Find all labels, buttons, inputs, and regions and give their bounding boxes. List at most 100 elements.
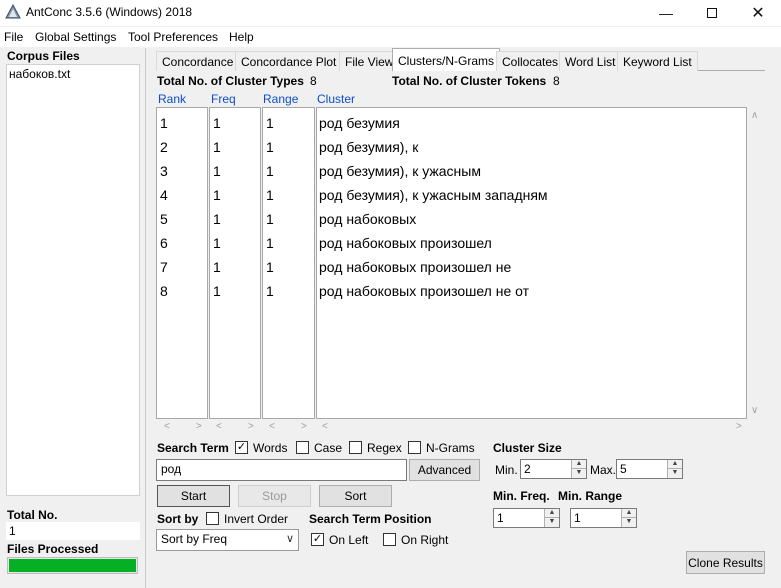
stepper-down-icon[interactable]: ▼ bbox=[668, 469, 682, 478]
scroll-right-icon[interactable]: > bbox=[196, 421, 202, 432]
range-cell[interactable]: 1 bbox=[266, 283, 274, 299]
header-freq[interactable]: Freq bbox=[211, 92, 236, 106]
tab-keyword-list[interactable]: Keyword List bbox=[617, 51, 698, 71]
freq-cell[interactable]: 1 bbox=[213, 259, 221, 275]
rank-cell[interactable]: 3 bbox=[160, 163, 168, 179]
header-cluster[interactable]: Cluster bbox=[317, 92, 355, 106]
corpus-file-list[interactable] bbox=[6, 64, 140, 496]
range-cell[interactable]: 1 bbox=[266, 163, 274, 179]
min-range-stepper[interactable]: 1 ▲ ▼ bbox=[570, 508, 637, 528]
header-rank[interactable]: Rank bbox=[158, 92, 186, 106]
rank-cell[interactable]: 8 bbox=[160, 283, 168, 299]
stepper-down-icon[interactable]: ▼ bbox=[572, 469, 586, 478]
tab-file-view[interactable]: File View bbox=[339, 51, 400, 71]
minimize-icon: — bbox=[659, 5, 673, 21]
tab-concordance-plot[interactable]: Concordance Plot bbox=[235, 51, 343, 71]
scroll-left-icon[interactable]: < bbox=[322, 421, 328, 432]
maximize-button[interactable] bbox=[689, 0, 735, 26]
tab-word-list[interactable]: Word List bbox=[559, 51, 622, 71]
app-icon bbox=[5, 4, 21, 19]
minimize-button[interactable]: — bbox=[643, 0, 689, 26]
cluster-cell[interactable]: род набоковых произошел не от bbox=[319, 283, 529, 299]
on-left-checkbox[interactable]: ✓ bbox=[311, 533, 324, 546]
min-freq-stepper[interactable]: 1 ▲ ▼ bbox=[493, 508, 560, 528]
stepper-up-icon[interactable]: ▲ bbox=[572, 460, 586, 469]
rank-cell[interactable]: 4 bbox=[160, 187, 168, 203]
invert-order-checkbox[interactable] bbox=[206, 512, 219, 525]
window-title: AntConc 3.5.6 (Windows) 2018 bbox=[26, 5, 193, 19]
cluster-cell[interactable]: род набоковых bbox=[319, 211, 416, 227]
menu-file[interactable]: File bbox=[4, 30, 23, 44]
stepper-up-icon[interactable]: ▲ bbox=[545, 509, 559, 518]
scroll-right-icon[interactable]: > bbox=[248, 421, 254, 432]
menu-tool-preferences[interactable]: Tool Preferences bbox=[128, 30, 218, 44]
total-no-label: Total No. bbox=[7, 508, 58, 522]
sort-button[interactable]: Sort bbox=[319, 485, 392, 507]
words-checkbox[interactable]: ✓ bbox=[235, 441, 248, 454]
freq-cell[interactable]: 1 bbox=[213, 163, 221, 179]
scroll-left-icon[interactable]: < bbox=[216, 421, 222, 432]
range-cell[interactable]: 1 bbox=[266, 235, 274, 251]
scroll-down-icon[interactable]: ∨ bbox=[751, 405, 758, 416]
cluster-types-value: 8 bbox=[310, 74, 317, 88]
cluster-cell[interactable]: род безумия bbox=[319, 115, 400, 131]
tab-clusters-ngrams[interactable]: Clusters/N-Grams bbox=[392, 48, 501, 71]
rank-cell[interactable]: 5 bbox=[160, 211, 168, 227]
cluster-cell[interactable]: род набоковых произошел bbox=[319, 235, 492, 251]
stop-button[interactable]: Stop bbox=[238, 485, 311, 507]
rank-cell[interactable]: 1 bbox=[160, 115, 168, 131]
regex-checkbox[interactable] bbox=[349, 441, 362, 454]
freq-cell[interactable]: 1 bbox=[213, 139, 221, 155]
ngrams-checkbox[interactable] bbox=[408, 441, 421, 454]
scroll-right-icon[interactable]: > bbox=[301, 421, 307, 432]
scroll-right-icon[interactable]: > bbox=[736, 421, 742, 432]
clone-results-button[interactable]: Clone Results bbox=[686, 551, 765, 574]
freq-cell[interactable]: 1 bbox=[213, 235, 221, 251]
rank-cell[interactable]: 2 bbox=[160, 139, 168, 155]
search-input[interactable]: род bbox=[156, 459, 407, 481]
max-size-stepper[interactable]: 5 ▲ ▼ bbox=[616, 459, 683, 479]
freq-cell[interactable]: 1 bbox=[213, 283, 221, 299]
scroll-left-icon[interactable]: < bbox=[269, 421, 275, 432]
cluster-cell[interactable]: род безумия), к ужасным западням bbox=[319, 187, 548, 203]
scroll-up-icon[interactable]: ∧ bbox=[751, 110, 758, 121]
cluster-cell[interactable]: род безумия), к bbox=[319, 139, 418, 155]
sort-select[interactable]: Sort by Freq ∨ bbox=[156, 529, 299, 551]
stepper-down-icon[interactable]: ▼ bbox=[622, 518, 636, 527]
menu-global-settings[interactable]: Global Settings bbox=[35, 30, 116, 44]
min-size-stepper[interactable]: 2 ▲ ▼ bbox=[520, 459, 587, 479]
range-cell[interactable]: 1 bbox=[266, 211, 274, 227]
freq-cell[interactable]: 1 bbox=[213, 211, 221, 227]
range-cell[interactable]: 1 bbox=[266, 187, 274, 203]
cluster-tokens-label: Total No. of Cluster Tokens bbox=[392, 74, 547, 88]
horizontal-scrollbars[interactable]: < > < > < > < > bbox=[156, 420, 747, 434]
header-range[interactable]: Range bbox=[263, 92, 298, 106]
freq-cell[interactable]: 1 bbox=[213, 187, 221, 203]
rank-cell[interactable]: 6 bbox=[160, 235, 168, 251]
min-size-value: 2 bbox=[524, 462, 531, 476]
stepper-down-icon[interactable]: ▼ bbox=[545, 518, 559, 527]
range-cell[interactable]: 1 bbox=[266, 115, 274, 131]
close-button[interactable]: ✕ bbox=[735, 0, 781, 26]
regex-label: Regex bbox=[367, 441, 402, 455]
range-cell[interactable]: 1 bbox=[266, 259, 274, 275]
cluster-cell[interactable]: род безумия), к ужасным bbox=[319, 163, 481, 179]
on-right-checkbox[interactable] bbox=[383, 533, 396, 546]
scroll-left-icon[interactable]: < bbox=[164, 421, 170, 432]
tab-collocates[interactable]: Collocates bbox=[496, 51, 565, 71]
menu-help[interactable]: Help bbox=[229, 30, 254, 44]
menu-bar bbox=[0, 27, 781, 47]
check-icon: ✓ bbox=[236, 441, 247, 453]
stepper-up-icon[interactable]: ▲ bbox=[668, 460, 682, 469]
cluster-cell[interactable]: род набоковых произошел не bbox=[319, 259, 511, 275]
case-checkbox[interactable] bbox=[296, 441, 309, 454]
tab-concordance[interactable]: Concordance bbox=[156, 51, 240, 71]
freq-cell[interactable]: 1 bbox=[213, 115, 221, 131]
stepper-up-icon[interactable]: ▲ bbox=[622, 509, 636, 518]
corpus-file-item[interactable]: набоков.txt bbox=[9, 67, 70, 81]
advanced-button[interactable]: Advanced bbox=[409, 459, 480, 481]
rank-cell[interactable]: 7 bbox=[160, 259, 168, 275]
vertical-scrollbar[interactable]: ∧ ∨ bbox=[747, 107, 764, 419]
start-button[interactable]: Start bbox=[157, 485, 230, 507]
range-cell[interactable]: 1 bbox=[266, 139, 274, 155]
